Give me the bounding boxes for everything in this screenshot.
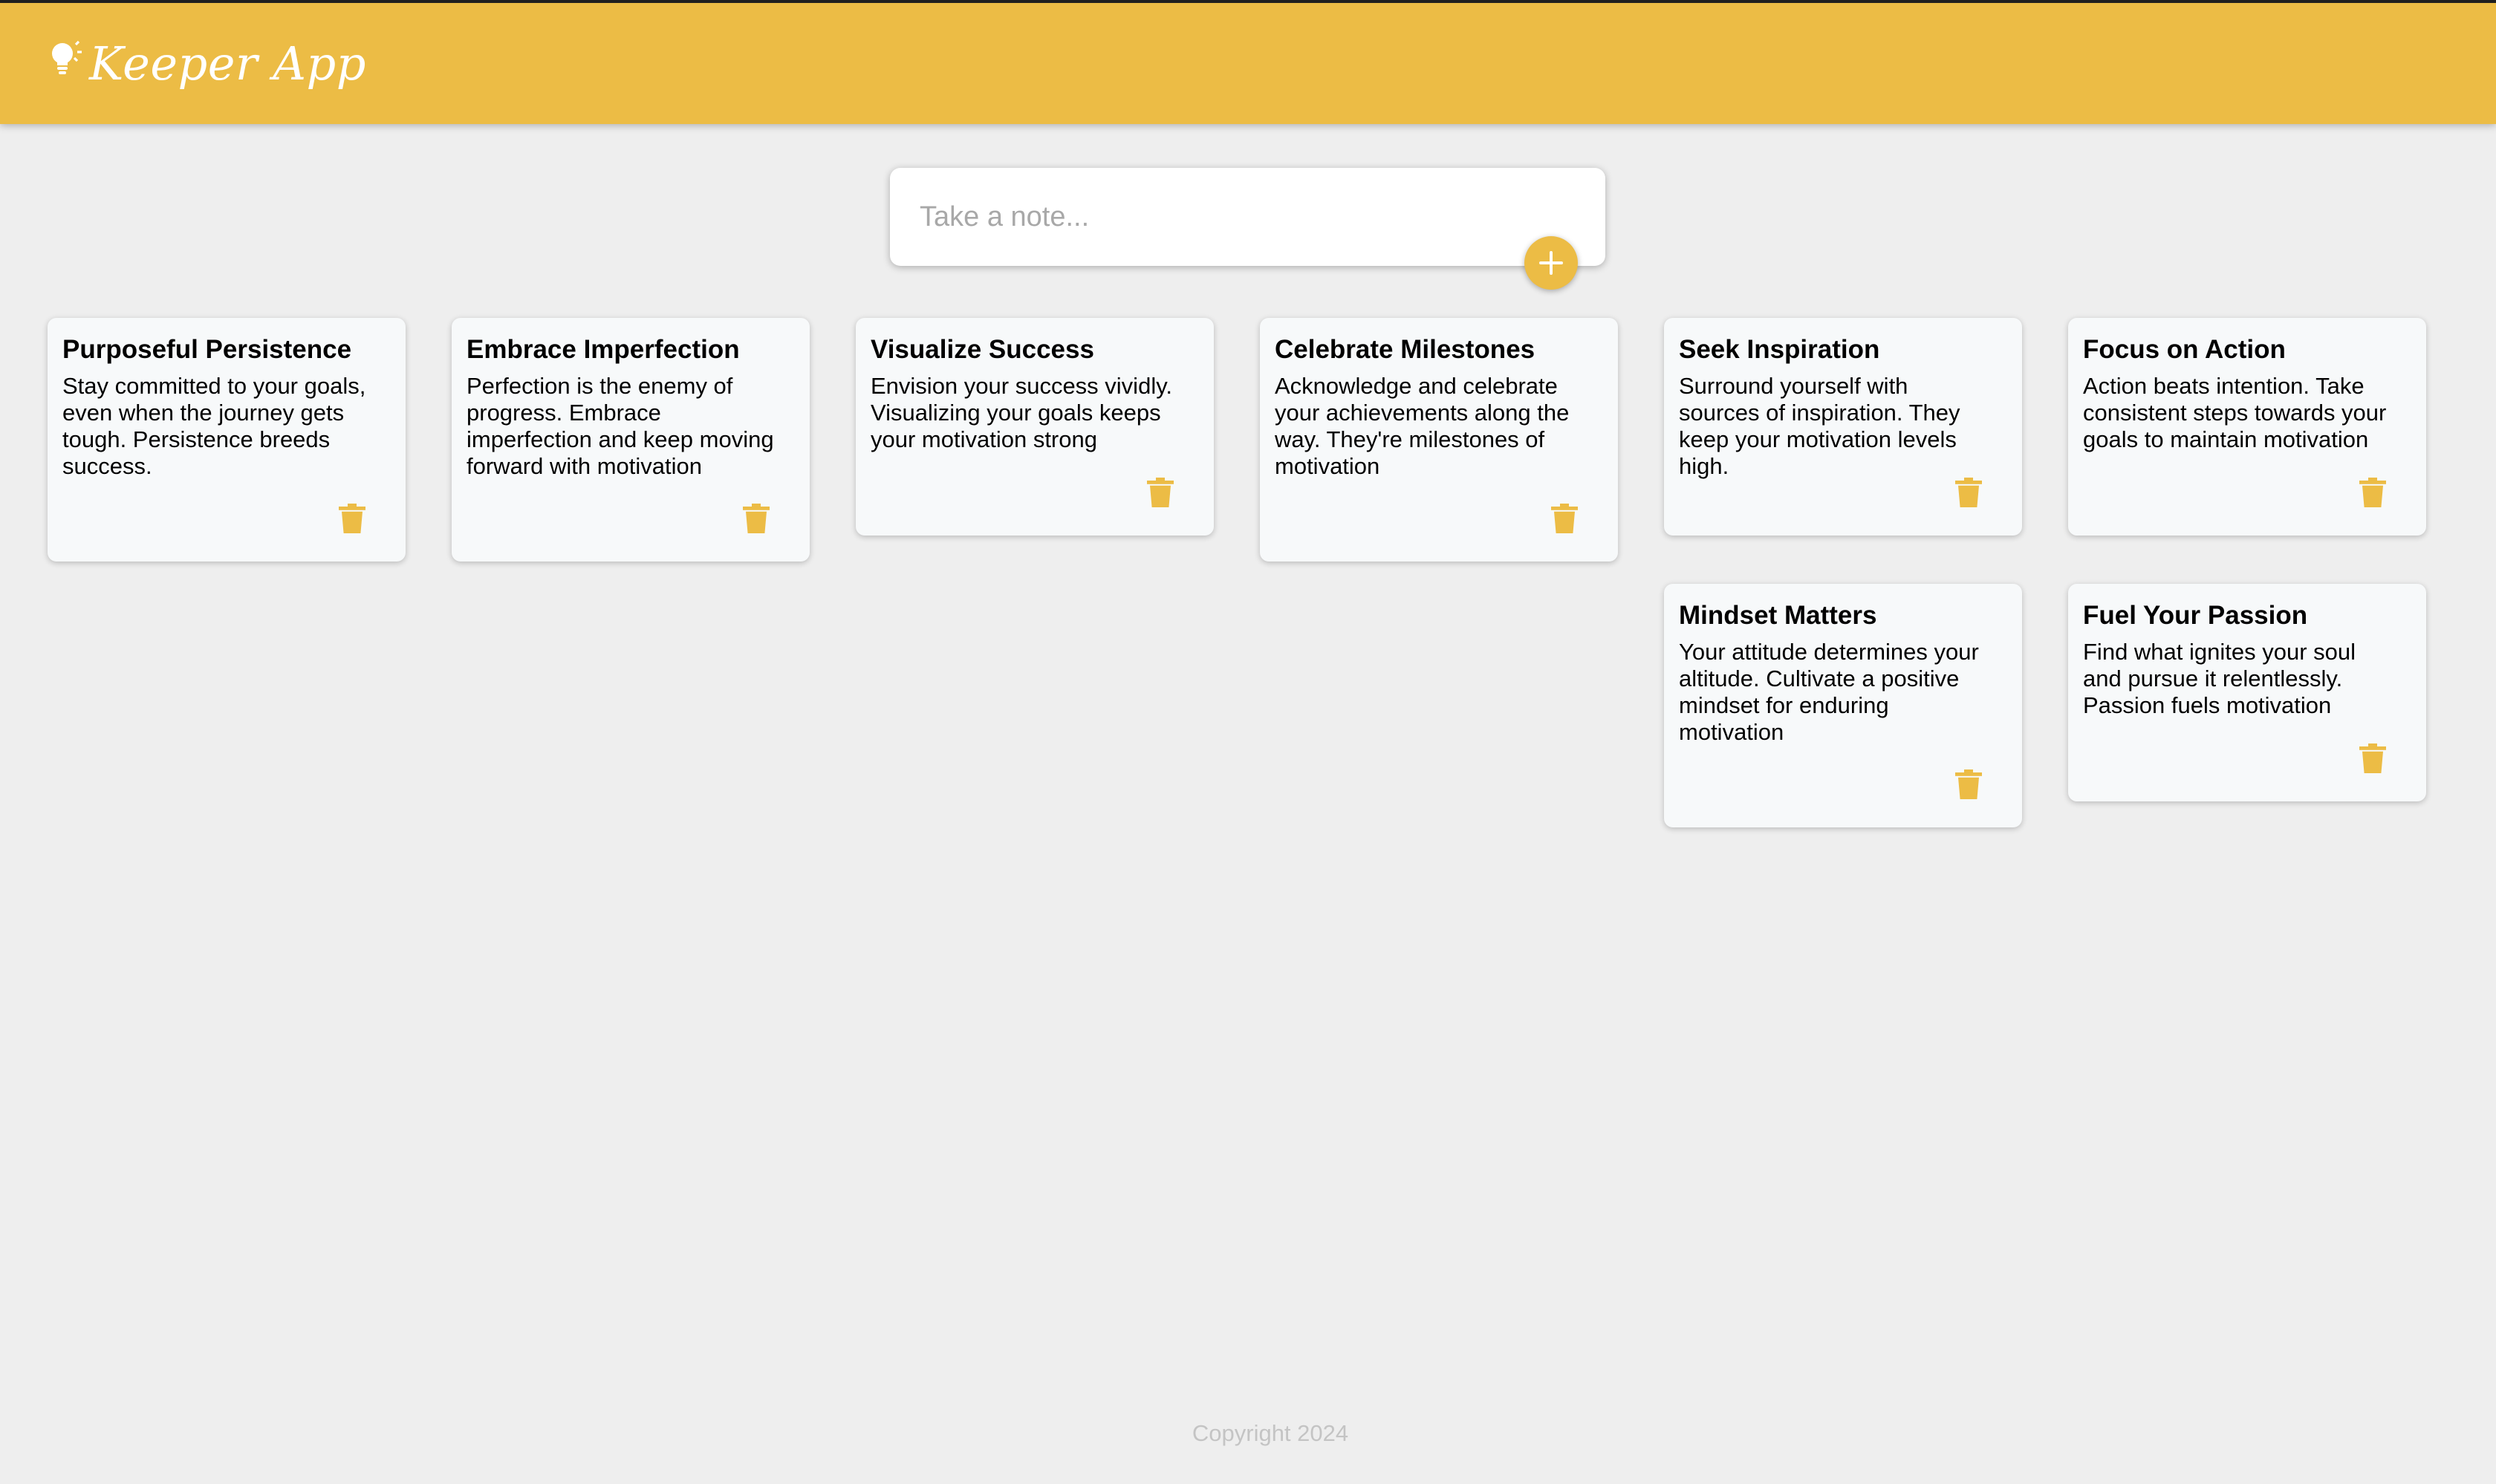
note-title: Focus on Action (2083, 335, 2286, 364)
note-card: Celebrate Milestones Acknowledge and cel… (1260, 318, 1618, 562)
trash-icon (2359, 478, 2386, 507)
trash-icon (1551, 504, 1578, 533)
note-card: Mindset Matters Your attitude determines… (1664, 584, 2022, 827)
note-title: Purposeful Persistence (62, 335, 352, 364)
delete-note-button[interactable] (1145, 476, 1175, 509)
app-title: Keeper App (89, 36, 366, 91)
trash-icon (1147, 478, 1174, 507)
plus-icon (1539, 251, 1563, 275)
note-content: Stay committed to your goals, even when … (62, 373, 366, 479)
trash-icon (1955, 478, 1982, 507)
note-title: Embrace Imperfection (467, 335, 740, 364)
delete-note-button[interactable] (2358, 742, 2388, 775)
app-header: Keeper App (0, 0, 2496, 124)
note-card: Visualize Success Envision your success … (856, 318, 1214, 536)
note-content: Envision your success vividly. Visualizi… (871, 373, 1173, 452)
note-title: Mindset Matters (1679, 601, 1877, 630)
delete-note-button[interactable] (337, 502, 367, 535)
note-content: Your attitude determines your altitude. … (1679, 639, 1979, 745)
trash-icon (743, 504, 770, 533)
delete-note-button[interactable] (1550, 502, 1579, 535)
note-card: Fuel Your Passion Find what ignites your… (2068, 584, 2426, 801)
delete-note-button[interactable] (1954, 476, 1983, 509)
trash-icon (2359, 743, 2386, 773)
delete-note-button[interactable] (741, 502, 771, 535)
note-title: Seek Inspiration (1679, 335, 1880, 364)
delete-note-button[interactable] (1954, 768, 1983, 801)
note-content: Find what ignites your soul and pursue i… (2083, 639, 2356, 718)
note-card: Embrace Imperfection Perfection is the e… (452, 318, 810, 562)
note-content: Action beats intention. Take consistent … (2083, 373, 2387, 452)
footer: Copyright 2024 (0, 1420, 2496, 1447)
note-card: Seek Inspiration Surround yourself with … (1664, 318, 2022, 536)
trash-icon (1955, 769, 1982, 799)
take-note-input[interactable] (890, 168, 1605, 266)
note-card: Focus on Action Action beats intention. … (2068, 318, 2426, 536)
note-card: Purposeful Persistence Stay committed to… (48, 318, 406, 562)
note-content: Perfection is the enemy of progress. Emb… (467, 373, 774, 479)
note-title: Visualize Success (871, 335, 1094, 364)
note-title: Celebrate Milestones (1275, 335, 1535, 364)
note-content: Acknowledge and celebrate your achieveme… (1275, 373, 1570, 479)
delete-note-button[interactable] (2358, 476, 2388, 509)
lightbulb-icon (52, 40, 82, 74)
trash-icon (339, 504, 365, 533)
note-content: Surround yourself with sources of inspir… (1679, 373, 1960, 479)
add-note-button[interactable] (1524, 236, 1578, 290)
create-note-form (890, 168, 1605, 266)
note-title: Fuel Your Passion (2083, 601, 2308, 630)
copyright-text: Copyright 2024 (1192, 1420, 1349, 1446)
